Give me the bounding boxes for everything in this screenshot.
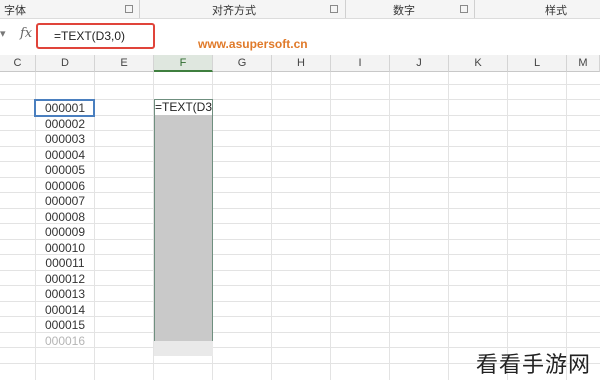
ribbon-group-labels: 字体 对齐方式 数字 样式 [0,0,600,19]
cell-d-value[interactable]: 000009 [36,225,94,240]
spreadsheet-grid: C D E F G H I J K L M =TEXT(D3, 000001 0… [0,55,600,380]
ribbon-separator [139,0,140,18]
selected-range-f[interactable] [154,99,213,342]
font-dialog-launcher-icon[interactable] [125,5,133,13]
selected-range-f-edge [154,341,213,356]
watermark-text: www.asupersoft.cn [198,37,308,51]
ribbon-separator [474,0,475,18]
cell-f3-formula[interactable]: =TEXT(D3, [155,100,212,115]
ribbon-group-alignment: 对齐方式 [212,4,256,17]
grid-line [507,72,508,380]
column-header-c[interactable]: C [0,55,36,72]
cell-d-value[interactable]: 000010 [36,241,94,256]
grid-line [448,72,449,380]
column-header-k[interactable]: K [449,55,508,72]
column-header-f[interactable]: F [154,55,213,72]
cell-d-value[interactable]: 000008 [36,210,94,225]
grid-line [566,72,567,380]
active-cell-border [34,99,95,117]
cell-d-value[interactable]: 000014 [36,303,94,318]
ribbon-group-styles: 样式 [545,4,567,17]
ribbon-group-font: 字体 [4,4,26,17]
cell-d-value[interactable]: 000004 [36,148,94,163]
grid-line [0,84,600,85]
cell-d-value[interactable]: 000016 [36,334,94,349]
insert-function-icon[interactable]: fx [20,26,32,41]
column-header-i[interactable]: I [331,55,390,72]
column-header-m[interactable]: M [567,55,600,72]
cell-d-value[interactable]: 000005 [36,163,94,178]
grid-line [94,72,95,380]
cell-d-value[interactable]: 000012 [36,272,94,287]
ribbon-group-number: 数字 [393,4,415,17]
column-header-e[interactable]: E [95,55,154,72]
column-header-g[interactable]: G [213,55,272,72]
cell-d-value[interactable]: 000003 [36,132,94,147]
cell-d-value[interactable]: 000007 [36,194,94,209]
grid-line [271,72,272,380]
formula-input[interactable]: =TEXT(D3,0) [54,29,125,43]
cell-d-value[interactable]: 000015 [36,318,94,333]
cell-d-value[interactable]: 000011 [36,256,94,271]
column-header-l[interactable]: L [508,55,567,72]
chevron-down-icon[interactable]: ▾ [0,27,6,40]
column-header-h[interactable]: H [272,55,331,72]
site-logo: 看看手游网 [476,353,592,378]
column-header-d[interactable]: D [36,55,95,72]
cell-d-value[interactable]: 000013 [36,287,94,302]
grid-line [330,72,331,380]
grid-line [389,72,390,380]
formula-bar: ▾ fx =TEXT(D3,0) www.asupersoft.cn [0,19,600,56]
ribbon-separator [345,0,346,18]
number-dialog-launcher-icon[interactable] [460,5,468,13]
cell-d-value[interactable]: 000006 [36,179,94,194]
column-header-j[interactable]: J [390,55,449,72]
alignment-dialog-launcher-icon[interactable] [330,5,338,13]
cell-d-value[interactable]: 000002 [36,117,94,132]
